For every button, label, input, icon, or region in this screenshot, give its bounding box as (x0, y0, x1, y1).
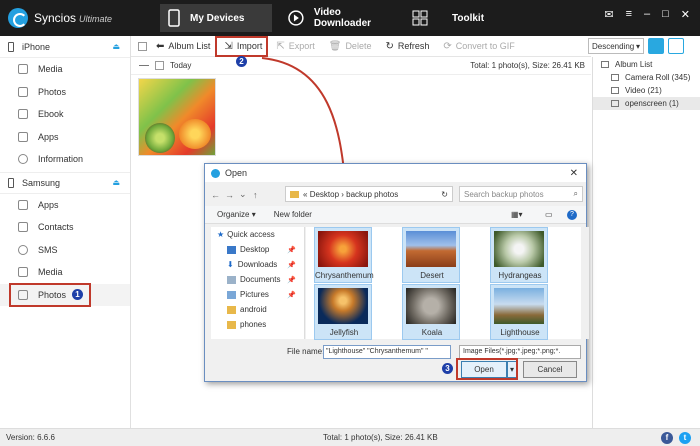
dialog-title: Open (225, 168, 248, 178)
cancel-button[interactable]: Cancel (523, 361, 577, 378)
address-bar[interactable]: « Desktop › backup photos ↻ (285, 186, 453, 202)
folder-icon (227, 305, 236, 314)
file-thumbnail (494, 231, 544, 267)
status-bar: Version: 6.6.6 Total: 1 photo(s), Size: … (0, 428, 700, 446)
address-row: ← → ⌄ ↑ « Desktop › backup photos ↻ Sear… (211, 186, 583, 203)
filename-row: File name: "Lighthouse" "Chrysanthemum" … (211, 344, 583, 359)
forward-icon[interactable]: → (225, 190, 239, 200)
tree-item[interactable]: Desktop 📌 (211, 242, 304, 257)
filetype-select[interactable]: Image Files(*.jpg;*.jpeg;*.png;*. (459, 344, 581, 359)
folder-icon (290, 190, 299, 198)
tree-item[interactable]: ⬇ Downloads 📌 (211, 257, 304, 272)
new-folder-button[interactable]: New folder (274, 210, 312, 219)
twitter-icon[interactable]: t (679, 432, 691, 444)
search-icon: ⌕ (573, 189, 578, 198)
highlight-box (456, 358, 518, 380)
pin-icon: 📌 (287, 276, 296, 284)
tree-item[interactable]: Pictures 📌 (211, 287, 304, 302)
download-icon: ⬇ (227, 260, 234, 269)
dialog-toolbar: Organize ▾ New folder ▦▾ ▭ ? (205, 206, 586, 224)
file-tile[interactable]: Chrysanthemum (314, 227, 374, 283)
file-tile[interactable]: Lighthouse (490, 284, 548, 340)
file-thumbnail (318, 288, 368, 324)
pin-icon: 📌 (287, 246, 296, 254)
desktop-icon (227, 245, 236, 254)
filename-label: File name: (287, 347, 325, 356)
back-icon[interactable]: ← (211, 190, 225, 200)
folder-icon (227, 320, 236, 329)
file-thumbnail (494, 288, 544, 324)
dialog-title-bar: Open ✕ (205, 164, 586, 182)
open-file-dialog: Open ✕ ← → ⌄ ↑ « Desktop › backup photos… (204, 163, 589, 382)
chevron-down-icon[interactable]: ⌄ (239, 189, 253, 200)
pin-icon: 📌 (287, 291, 296, 299)
file-tile[interactable]: Desert (402, 227, 460, 283)
up-icon[interactable]: ↑ (253, 190, 267, 200)
tree-item[interactable]: Documents 📌 (211, 272, 304, 287)
syncios-logo-icon (211, 168, 220, 178)
file-tile[interactable]: Jellyfish (314, 284, 372, 340)
refresh-icon[interactable]: ↻ (441, 190, 448, 199)
view-options-icon[interactable]: ▦▾ (511, 210, 523, 219)
search-input[interactable]: Search backup photos ⌕ (459, 186, 583, 202)
file-tile[interactable]: Hydrangeas (490, 227, 548, 283)
close-icon[interactable]: ✕ (570, 168, 578, 179)
file-thumbnail (406, 231, 456, 267)
tree-item[interactable]: ★ Quick access (211, 227, 304, 242)
organize-button[interactable]: Organize ▾ (217, 210, 256, 219)
file-list: Chrysanthemum Desert Hydrangeas Jellyfis… (306, 227, 582, 340)
preview-pane-icon[interactable]: ▭ (545, 210, 553, 219)
filename-input[interactable]: "Lighthouse" "Chrysanthemum" " (323, 344, 451, 359)
file-list-scrollbar[interactable] (581, 227, 589, 339)
pin-icon: 📌 (287, 261, 296, 269)
file-thumbnail (318, 231, 368, 267)
navigation-pane: ★ Quick access Desktop 📌 ⬇ Downloads 📌 Docum… (211, 227, 305, 339)
facebook-icon[interactable]: f (661, 432, 673, 444)
documents-icon (227, 275, 236, 284)
file-thumbnail (406, 288, 456, 324)
star-icon: ★ (217, 230, 225, 239)
version-label: Version: 6.6.6 (6, 433, 55, 442)
pictures-icon (227, 290, 236, 299)
help-icon[interactable]: ? (567, 209, 577, 220)
tree-item[interactable]: android (211, 302, 304, 317)
tree-item[interactable]: phones (211, 317, 304, 332)
file-tile[interactable]: Koala (402, 284, 460, 340)
status-total: Total: 1 photo(s), Size: 26.41 KB (323, 433, 438, 442)
step-badge: 3 (442, 363, 453, 374)
